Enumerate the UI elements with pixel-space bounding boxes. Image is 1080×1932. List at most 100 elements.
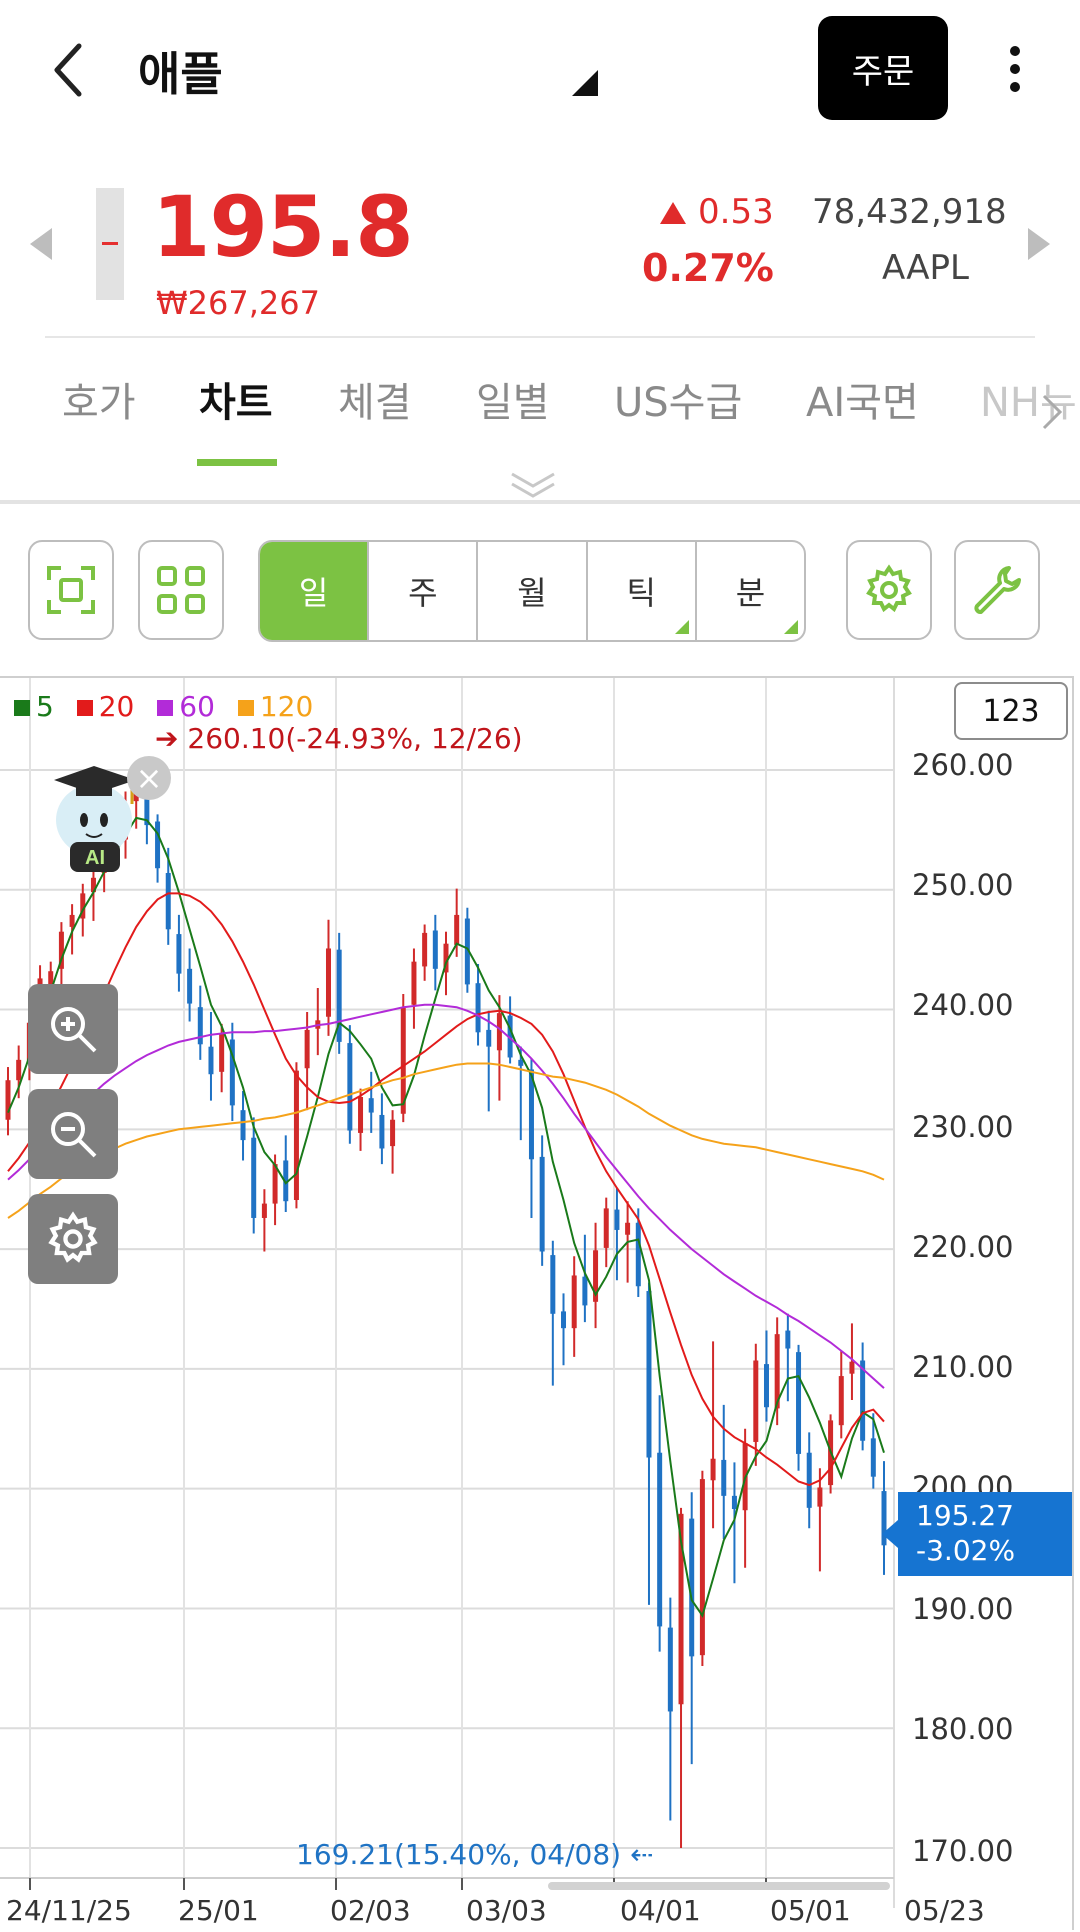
current-price-marker: 195.27 -3.02% bbox=[882, 1492, 1072, 1576]
period-minute-button[interactable]: 분 bbox=[697, 542, 804, 640]
prev-stock-icon[interactable] bbox=[30, 228, 52, 260]
fullscreen-button[interactable] bbox=[28, 540, 114, 640]
tab-ai-phase[interactable]: AI국면 bbox=[806, 370, 919, 428]
tab-chart[interactable]: 차트 bbox=[199, 370, 273, 428]
candle-body bbox=[261, 1203, 267, 1218]
ma60-swatch bbox=[157, 700, 174, 716]
candle-body bbox=[251, 1137, 257, 1218]
mini-candle-indicator bbox=[96, 188, 124, 300]
candle-body bbox=[208, 1046, 214, 1075]
candle-body bbox=[646, 1291, 652, 1458]
ma-line-60 bbox=[7, 1003, 885, 1389]
chart-settings-button[interactable] bbox=[846, 540, 932, 640]
candle-body bbox=[625, 1222, 631, 1235]
ma-legend: 5 20 60 120 bbox=[14, 690, 327, 723]
app-header: 애플 주문 bbox=[0, 0, 1080, 140]
candle-body bbox=[486, 1029, 492, 1047]
y-tick-label: 240.00 bbox=[912, 988, 1014, 1022]
candle-body bbox=[571, 1275, 577, 1329]
back-arrow-icon[interactable] bbox=[45, 40, 95, 100]
x-tick-label: 25/01 bbox=[178, 1894, 259, 1927]
candle-body bbox=[614, 1209, 620, 1230]
tab-hoga[interactable]: 호가 bbox=[62, 370, 136, 428]
current-price: 195.8 bbox=[152, 178, 414, 276]
candle-body bbox=[753, 1360, 759, 1442]
tab-daily[interactable]: 일별 bbox=[476, 370, 550, 428]
active-tab-indicator bbox=[197, 459, 277, 466]
candle-body bbox=[870, 1438, 876, 1477]
zoom-out-button[interactable] bbox=[28, 1089, 118, 1179]
candle-body bbox=[325, 948, 331, 1017]
trade-volume: 78,432,918 bbox=[812, 192, 1007, 232]
candle-body bbox=[219, 1033, 225, 1072]
tab-bar: 호가 차트 체결 일별 US수급 AI국면 NH뉴 bbox=[0, 360, 1080, 470]
candle-body bbox=[5, 1080, 11, 1120]
candle-body bbox=[165, 873, 171, 930]
candle-count-button[interactable]: 123 bbox=[954, 682, 1068, 740]
period-month-button[interactable]: 월 bbox=[478, 542, 588, 640]
candle-body bbox=[176, 934, 182, 974]
y-tick-label: 220.00 bbox=[912, 1230, 1014, 1264]
candle-body bbox=[240, 1110, 246, 1141]
next-stock-icon[interactable] bbox=[1028, 228, 1050, 260]
x-tick-label: 02/03 bbox=[330, 1894, 411, 1927]
candle-body bbox=[785, 1330, 791, 1349]
more-options-icon[interactable] bbox=[1000, 40, 1030, 100]
period-tick-button[interactable]: 틱 bbox=[588, 542, 697, 640]
candle-body bbox=[860, 1360, 866, 1441]
submenu-corner-icon bbox=[674, 620, 689, 634]
change-percent: 0.27% bbox=[642, 246, 774, 290]
zoom-out-icon bbox=[51, 1112, 97, 1158]
candle-body bbox=[582, 1276, 588, 1306]
period-week-button[interactable]: 주 bbox=[369, 542, 479, 640]
candle-body bbox=[197, 1007, 203, 1045]
zoom-in-button[interactable] bbox=[28, 984, 118, 1074]
layout-grid-button[interactable] bbox=[138, 540, 224, 640]
ma20-swatch bbox=[76, 700, 93, 716]
y-tick-label: 260.00 bbox=[912, 748, 1014, 782]
y-tick-label: 170.00 bbox=[912, 1834, 1014, 1868]
candle-body bbox=[849, 1361, 855, 1374]
chart-scrollbar[interactable] bbox=[548, 1882, 890, 1890]
period-day-button[interactable]: 일 bbox=[260, 542, 370, 640]
candle-body bbox=[539, 1156, 545, 1252]
candle-body bbox=[187, 968, 193, 1004]
candle-body bbox=[635, 1222, 641, 1287]
candle-body bbox=[411, 961, 417, 1005]
candle-body bbox=[432, 930, 438, 969]
candle-body bbox=[347, 1043, 353, 1131]
close-icon[interactable]: × bbox=[127, 756, 171, 800]
candle-body bbox=[796, 1352, 802, 1454]
y-tick-label: 210.00 bbox=[912, 1350, 1014, 1384]
page-title[interactable]: 애플 bbox=[138, 38, 223, 104]
tabs-scroll-right-icon[interactable] bbox=[1040, 392, 1064, 441]
x-tick-label: 05/23 bbox=[904, 1894, 985, 1927]
tools-button[interactable] bbox=[954, 540, 1040, 640]
candle-body bbox=[518, 1059, 524, 1066]
dropdown-corner-icon[interactable] bbox=[572, 70, 598, 96]
y-tick-label: 250.00 bbox=[912, 868, 1014, 902]
candle-body bbox=[379, 1114, 385, 1149]
x-tick-label: 24/11/25 bbox=[6, 1894, 132, 1927]
tab-us-supply[interactable]: US수급 bbox=[614, 370, 742, 428]
candle-body bbox=[721, 1459, 727, 1496]
candle-body bbox=[422, 932, 428, 967]
period-selector: 일 주 월 틱 분 bbox=[258, 540, 806, 642]
x-tick-label: 03/03 bbox=[466, 1894, 547, 1927]
up-triangle-icon bbox=[660, 202, 686, 224]
tab-trades[interactable]: 체결 bbox=[338, 370, 412, 428]
low-annotation: 169.21(15.40%, 04/08) ⇠ bbox=[296, 1838, 654, 1871]
x-tick-label: 04/01 bbox=[620, 1894, 701, 1927]
submenu-corner-icon bbox=[784, 620, 799, 634]
candle-body bbox=[293, 1070, 299, 1201]
collapse-chevron-icon[interactable] bbox=[508, 470, 558, 500]
fullscreen-icon bbox=[47, 566, 95, 614]
candle-body bbox=[16, 1059, 22, 1081]
high-annotation: ➔ 260.10(-24.93%, 12/26) bbox=[155, 722, 523, 755]
chart-options-button[interactable] bbox=[28, 1194, 118, 1284]
candle-body bbox=[304, 1029, 310, 1069]
order-button[interactable]: 주문 bbox=[818, 16, 948, 120]
ticker-symbol: AAPL bbox=[882, 248, 969, 288]
candle-body bbox=[838, 1376, 844, 1426]
y-tick-label: 190.00 bbox=[912, 1592, 1014, 1626]
